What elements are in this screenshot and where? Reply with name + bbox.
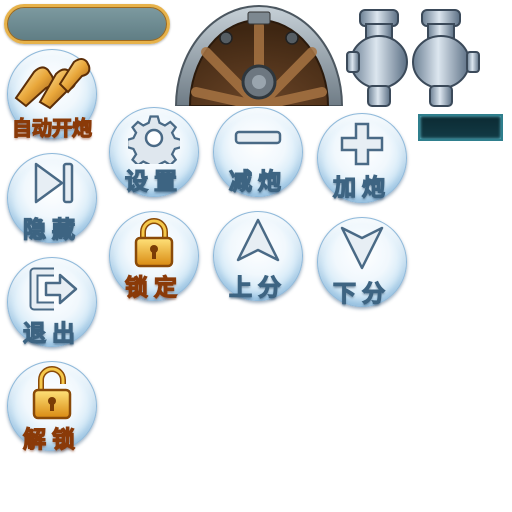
score-down-button[interactable]: 下分 [317,217,407,308]
decrease-cannon-button[interactable]: 减炮 [213,107,303,197]
increase-cannon-button[interactable]: 加炮 [317,113,407,203]
unlock-button[interactable]: 解锁 [7,361,97,454]
settings-button[interactable]: 设置 [109,107,199,197]
shells-icon [14,58,91,110]
arrow-down-icon [340,226,384,270]
minus-icon [234,130,282,145]
unlock-label: 解锁 [22,426,81,453]
player-name-bar [4,4,170,44]
score-panel [418,114,503,141]
score-down-label: 下分 [332,280,391,307]
score-up-label: 上分 [228,274,287,301]
exit-label: 退出 [22,320,81,347]
lock-label: 锁定 [124,274,183,301]
exit-icon [29,267,78,311]
exit-button[interactable]: 退出 [7,257,97,348]
cannon-hatch-icon [174,5,344,106]
auto-fire-label: 自动开炮 [11,115,92,140]
auto-fire-button[interactable]: 自动开炮 [7,49,97,141]
score-up-button[interactable]: 上分 [213,211,303,302]
arrow-up-icon [236,218,280,262]
plus-icon [340,122,384,166]
padlock-closed-icon [134,218,174,268]
settings-label: 设置 [124,168,183,195]
twin-cannon-icon [346,9,480,107]
padlock-open-icon [32,366,72,420]
gear-icon [128,115,180,164]
hide-label: 隐藏 [22,216,81,243]
increase-cannon-label: 加炮 [332,174,391,201]
hide-button[interactable]: 隐藏 [7,153,97,244]
lock-button[interactable]: 锁定 [109,211,199,302]
skip-forward-icon [34,162,74,204]
decrease-cannon-label: 减炮 [228,168,287,195]
